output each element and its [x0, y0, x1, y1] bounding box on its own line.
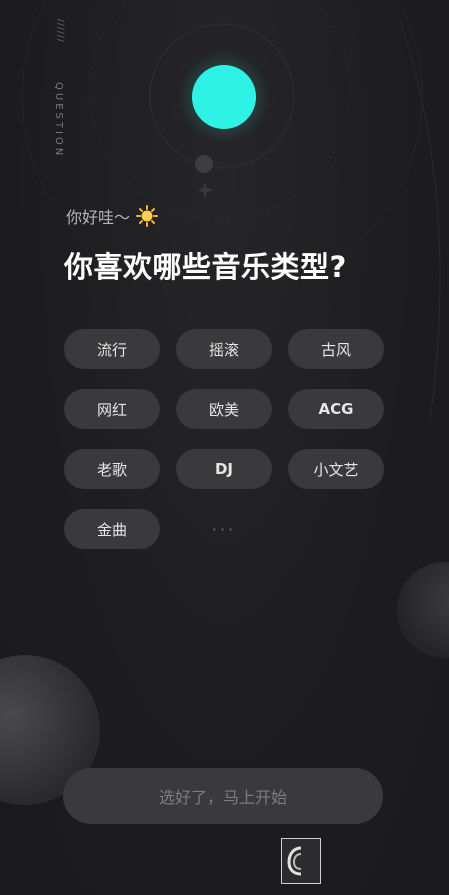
start-button[interactable]: 选好了，马上开始 [63, 768, 383, 824]
watermark [281, 836, 431, 886]
genre-tag-grid: 流行 摇滚 古风网红 欧美 ACG 老歌 DJ 小文艺金曲 ··· [64, 329, 386, 549]
genre-tag[interactable]: 网红 [64, 389, 160, 429]
genre-tag[interactable]: 小文艺 [288, 449, 384, 489]
page-title: 你喜欢哪些音乐类型? [64, 250, 347, 284]
genre-tag[interactable]: 欧美 [176, 389, 272, 429]
greeting-text: 你好哇～ [66, 208, 131, 227]
side-slashes: ////// [54, 18, 65, 44]
watermark-text [323, 852, 328, 870]
genre-tag[interactable]: 古风 [288, 329, 384, 369]
more-indicator: ··· [211, 519, 237, 539]
genre-tag[interactable]: DJ [176, 449, 272, 489]
genre-tag[interactable]: 金曲 [64, 509, 160, 549]
genre-tag[interactable]: 摇滚 [176, 329, 272, 369]
genre-tag[interactable]: ACG [288, 389, 384, 429]
cyan-orb [192, 65, 256, 129]
genre-tag[interactable]: 流行 [64, 329, 160, 369]
watermark-logo-icon [281, 838, 321, 884]
greeting: 你好哇～ [66, 204, 159, 228]
question-screen: ////// QUESTION 你好哇～ 你喜欢哪些音乐类型? 流行 摇滚古风 … [0, 0, 449, 895]
small-planet [195, 155, 213, 173]
side-label-text: QUESTION [53, 82, 64, 159]
right-planet [397, 562, 449, 658]
side-label: ////// QUESTION [47, 18, 73, 158]
sun-emoji-icon [136, 205, 159, 227]
right-arc [399, 19, 441, 421]
star-sparkle [197, 182, 213, 198]
genre-tag[interactable]: 老歌 [64, 449, 160, 489]
